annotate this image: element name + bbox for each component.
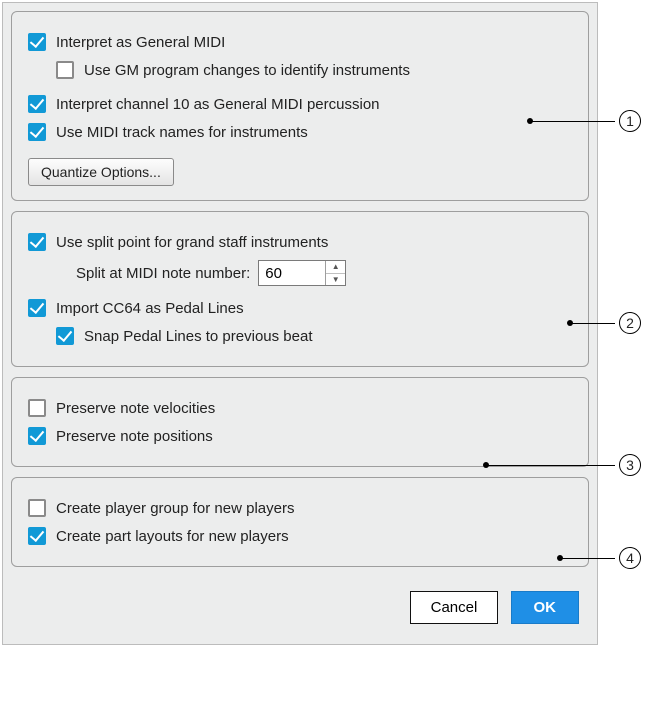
label-import-cc64: Import CC64 as Pedal Lines bbox=[56, 300, 244, 317]
checkbox-preserve-positions[interactable] bbox=[28, 427, 46, 445]
quantize-options-button[interactable]: Quantize Options... bbox=[28, 158, 174, 186]
checkbox-interpret-general-midi[interactable] bbox=[28, 33, 46, 51]
checkbox-preserve-velocities[interactable] bbox=[28, 399, 46, 417]
label-split-at: Split at MIDI note number: bbox=[76, 265, 250, 282]
label-use-split-point: Use split point for grand staff instrume… bbox=[56, 234, 328, 251]
label-preserve-velocities: Preserve note velocities bbox=[56, 400, 215, 417]
dialog-footer: Cancel OK bbox=[11, 577, 589, 630]
checkbox-create-player-group[interactable] bbox=[28, 499, 46, 517]
label-interpret-general-midi: Interpret as General MIDI bbox=[56, 34, 225, 51]
checkbox-create-part-layouts[interactable] bbox=[28, 527, 46, 545]
label-interpret-channel-10: Interpret channel 10 as General MIDI per… bbox=[56, 96, 380, 113]
spin-down-icon[interactable]: ▼ bbox=[326, 274, 345, 286]
checkbox-use-midi-track-names[interactable] bbox=[28, 123, 46, 141]
group-preserve: Preserve note velocities Preserve note p… bbox=[11, 377, 589, 467]
label-preserve-positions: Preserve note positions bbox=[56, 428, 213, 445]
spinbox-split-note[interactable]: ▲ ▼ bbox=[258, 260, 346, 286]
group-split-pedal: Use split point for grand staff instrume… bbox=[11, 211, 589, 367]
checkbox-import-cc64[interactable] bbox=[28, 299, 46, 317]
label-create-player-group: Create player group for new players bbox=[56, 500, 294, 517]
checkbox-interpret-channel-10[interactable] bbox=[28, 95, 46, 113]
group-general-midi: Interpret as General MIDI Use GM program… bbox=[11, 11, 589, 201]
dialog-panel: Interpret as General MIDI Use GM program… bbox=[2, 2, 598, 645]
label-snap-pedal: Snap Pedal Lines to previous beat bbox=[84, 328, 313, 345]
ok-button[interactable]: OK bbox=[511, 591, 580, 624]
input-split-note[interactable] bbox=[259, 261, 325, 285]
checkbox-snap-pedal[interactable] bbox=[56, 327, 74, 345]
group-players: Create player group for new players Crea… bbox=[11, 477, 589, 567]
spin-up-icon[interactable]: ▲ bbox=[326, 261, 345, 274]
checkbox-use-gm-program-changes[interactable] bbox=[56, 61, 74, 79]
label-use-midi-track-names: Use MIDI track names for instruments bbox=[56, 124, 308, 141]
cancel-button[interactable]: Cancel bbox=[410, 591, 499, 624]
checkbox-use-split-point[interactable] bbox=[28, 233, 46, 251]
label-create-part-layouts: Create part layouts for new players bbox=[56, 528, 289, 545]
label-use-gm-program-changes: Use GM program changes to identify instr… bbox=[84, 62, 410, 79]
